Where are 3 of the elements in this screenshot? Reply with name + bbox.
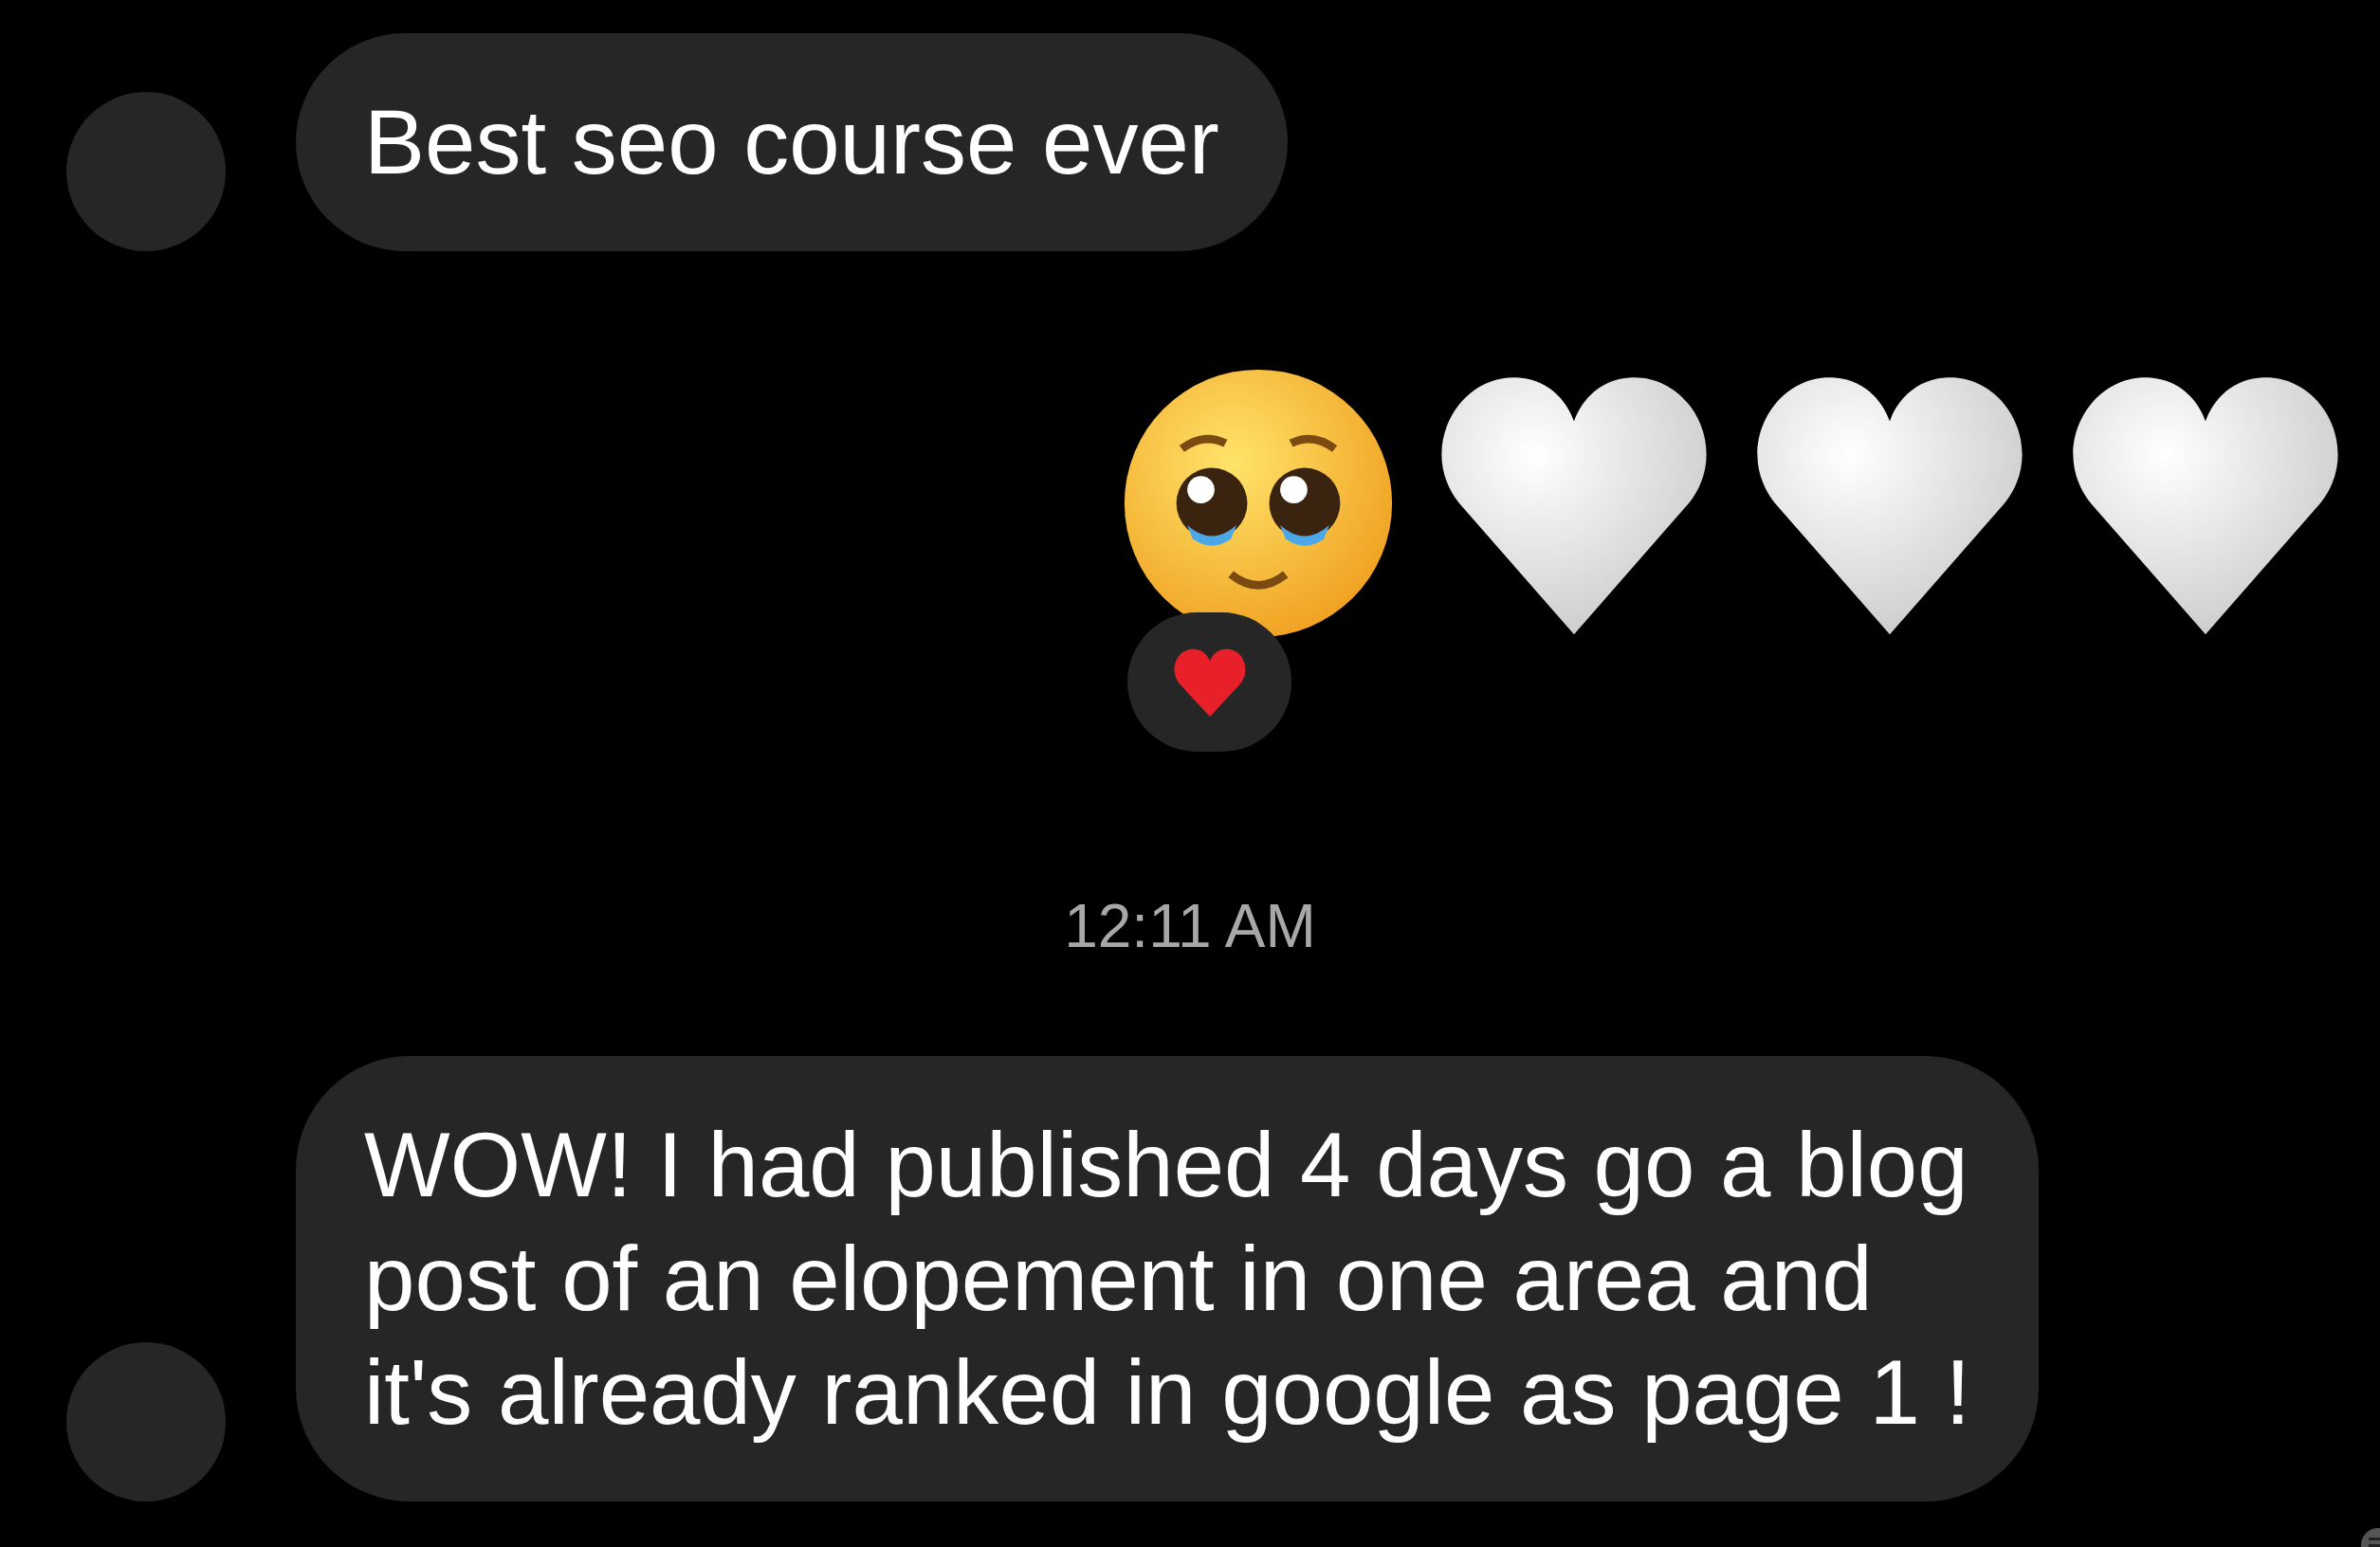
timestamp: 12:11 AM [1064,891,1316,961]
message-text: WOW! I had published 4 days go a blog post of an elopement in one area and it's already ranked in google as page 1 ! [364,1113,1971,1445]
message-text: Best seo course ever [364,90,1219,194]
